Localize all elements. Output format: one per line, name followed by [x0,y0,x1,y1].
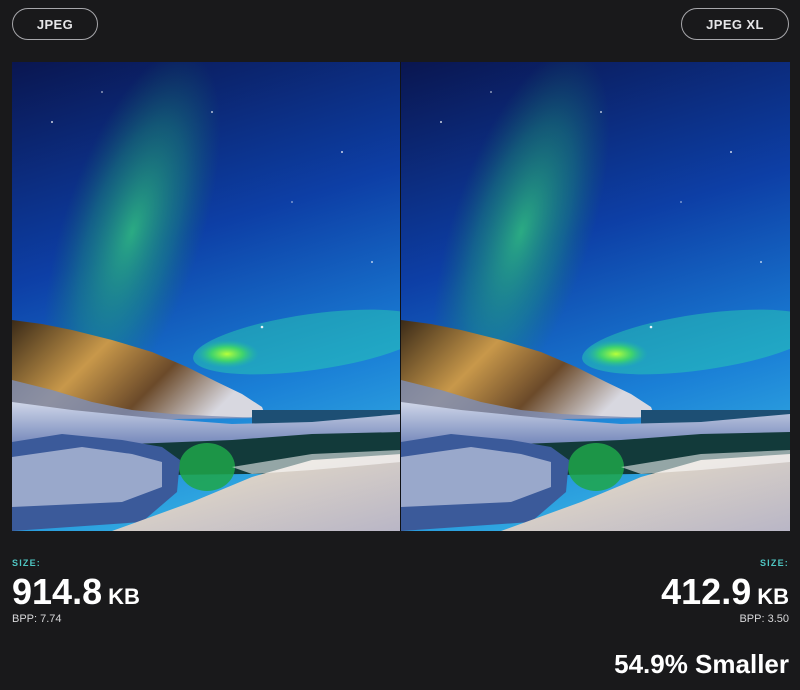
file-size-jpeg-xl: 412.9 KB [661,570,789,619]
comparison-image-jpeg[interactable] [12,62,401,531]
format-button-jpeg[interactable]: JPEG [12,8,98,40]
size-label-jpeg: SIZE: [12,558,42,568]
size-unit: KB [757,584,789,609]
size-number: 412.9 [661,571,752,612]
size-number: 914.8 [12,571,103,612]
bpp-jpeg: BPP: 7.74 [12,613,62,625]
size-unit: KB [108,584,140,609]
comparison-viewer: JPEG JPEG XL SIZE: 914.8 KB BPP: 7.74 SI… [0,0,800,690]
format-button-jpeg-xl[interactable]: JPEG XL [681,8,789,40]
bpp-jpeg-xl: BPP: 3.50 [739,613,789,625]
savings-summary: 54.9% Smaller [614,649,789,679]
file-size-jpeg: 914.8 KB [12,570,140,619]
aurora-landscape-image [401,62,790,531]
comparison-image-jpeg-xl[interactable] [401,62,790,531]
size-label-jpeg-xl: SIZE: [759,558,789,568]
aurora-landscape-image [12,62,401,531]
